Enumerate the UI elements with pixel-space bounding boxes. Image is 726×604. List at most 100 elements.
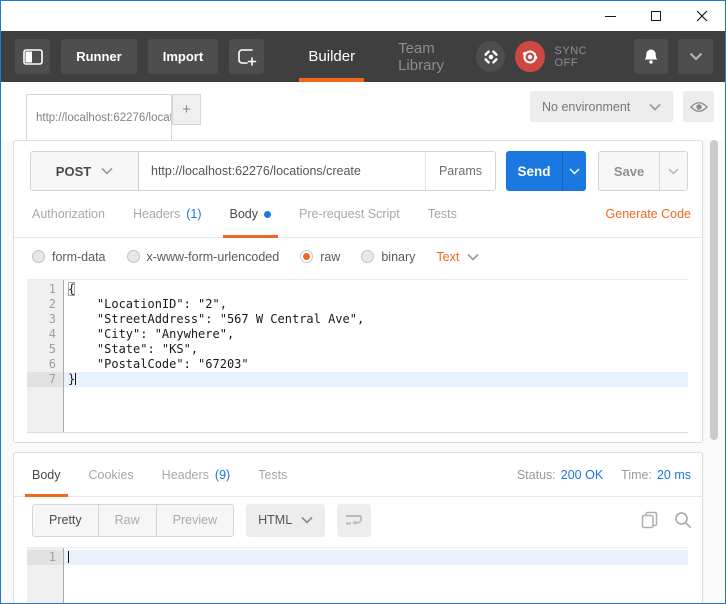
vertical-scrollbar[interactable] [710, 140, 718, 440]
code-area[interactable] [64, 548, 688, 603]
tab-label: Tests [258, 467, 288, 482]
send-button[interactable]: Send [506, 151, 562, 191]
send-label: Send [517, 163, 551, 179]
request-body-editor[interactable]: 1234567 { "LocationID": "2", "StreetAddr… [27, 279, 688, 433]
tab-body[interactable]: Body [222, 191, 278, 238]
eye-icon [689, 101, 708, 112]
tab-label: Headers [161, 467, 209, 482]
request-tab-title: http://localhost:62276/locat [36, 111, 172, 124]
close-button[interactable] [679, 1, 725, 31]
wrap-text-button[interactable] [337, 503, 372, 537]
request-url-row: POST http://localhost:62276/locations/cr… [14, 141, 702, 191]
sync-button[interactable] [515, 41, 545, 72]
runner-button[interactable]: Runner [61, 39, 137, 74]
environment-preview-button[interactable] [683, 91, 714, 122]
body-type-form-data[interactable]: form-data [32, 250, 106, 264]
code-line[interactable]: { [64, 282, 688, 297]
code-area[interactable]: { "LocationID": "2", "StreetAddress": "5… [64, 280, 688, 432]
code-line[interactable]: "PostalCode": "67203" [64, 357, 688, 372]
notifications-button[interactable] [633, 39, 669, 74]
tab-team-library-label: Team Library [398, 39, 444, 74]
sync-status-label: SYNC OFF [554, 44, 588, 69]
save-button[interactable]: Save [599, 152, 659, 190]
interceptor-button[interactable] [476, 41, 506, 72]
url-input[interactable]: http://localhost:62276/locations/create [139, 152, 425, 190]
view-mode-raw[interactable]: Raw [99, 504, 157, 536]
open-request-tab[interactable]: http://localhost:62276/locat [26, 94, 172, 140]
main-nav: Builder Team Library [299, 31, 476, 82]
tab-label: Body [32, 467, 61, 482]
minimize-button[interactable] [587, 1, 633, 31]
code-line[interactable]: "State": "KS", [64, 342, 688, 357]
tab-label: Headers [132, 207, 181, 221]
code-line[interactable]: "City": "Anywhere", [64, 327, 688, 342]
time-label: Time: [621, 467, 652, 482]
view-mode-preview[interactable]: Preview [157, 505, 233, 536]
tab-authorization[interactable]: Authorization [32, 191, 105, 237]
line-number: 7 [27, 372, 63, 387]
tab-builder-label: Builder [308, 48, 356, 65]
generate-code-label: Generate Code [605, 207, 691, 221]
code-line[interactable]: "StreetAddress": "567 W Central Ave", [64, 312, 688, 327]
new-tab-button[interactable]: + [172, 94, 201, 125]
url-group: POST http://localhost:62276/locations/cr… [30, 151, 496, 191]
status-label: Status: [516, 467, 556, 482]
generate-code-link[interactable]: Generate Code [606, 207, 691, 221]
raw-type-value: Text [436, 249, 460, 264]
runner-label: Runner [76, 49, 122, 64]
tab-headers[interactable]: Headers (1) [133, 191, 202, 237]
time-value: 20 ms [656, 467, 691, 482]
title-bar [1, 1, 725, 31]
environment-value: No environment [542, 99, 631, 114]
code-line[interactable] [64, 550, 688, 565]
tab-headers[interactable]: Headers (9) [162, 453, 231, 496]
chevron-down-icon [301, 516, 313, 524]
tab-team-library[interactable]: Team Library [398, 31, 476, 82]
minimize-icon [604, 15, 616, 17]
code-line[interactable]: "LocationID": "2", [64, 297, 688, 312]
send-options-button[interactable] [562, 151, 586, 191]
tab-tests[interactable]: Tests [258, 453, 287, 496]
new-window-button[interactable] [229, 39, 265, 74]
chevron-down-icon [101, 167, 113, 175]
code-line[interactable]: } [64, 372, 688, 387]
body-type-raw[interactable]: raw [300, 250, 340, 264]
copy-icon[interactable] [641, 511, 659, 529]
status-badge: Status: 200 OK [517, 468, 603, 482]
matched-bracket: { [68, 282, 76, 296]
account-menu-button[interactable] [678, 39, 713, 74]
line-number: 1 [27, 550, 63, 565]
tab-tests[interactable]: Tests [428, 191, 457, 237]
import-button[interactable]: Import [147, 39, 219, 74]
view-mode-pretty[interactable]: Pretty [33, 504, 99, 536]
sync-icon [522, 50, 538, 63]
tab-builder[interactable]: Builder [299, 31, 365, 82]
method-selector[interactable]: POST [31, 152, 139, 190]
line-number: 4 [48, 327, 56, 341]
body-type-binary[interactable]: binary [361, 250, 415, 264]
search-icon[interactable] [674, 511, 692, 529]
text-cursor [68, 551, 69, 563]
raw-type-selector[interactable]: Text [436, 250, 479, 264]
maximize-button[interactable] [633, 1, 679, 31]
body-type-x-www-form-urlencoded[interactable]: x-www-form-urlencoded [126, 250, 279, 264]
radio-button [300, 250, 314, 263]
params-button[interactable]: Params [425, 152, 495, 190]
sidebar-toggle-button[interactable] [15, 39, 51, 74]
tab-body[interactable]: Body [25, 453, 68, 497]
save-options-button[interactable] [659, 152, 687, 190]
tab-pre-request-script[interactable]: Pre-request Script [299, 191, 400, 237]
environment-selector[interactable]: No environment [530, 91, 673, 122]
radio-button [126, 250, 140, 263]
toolbar-right-cluster: SYNC OFF [476, 39, 713, 74]
tab-cookies[interactable]: Cookies [89, 453, 134, 496]
chevron-down-icon [649, 103, 661, 111]
line-number: 2 [48, 297, 56, 311]
chevron-down-icon [467, 253, 479, 261]
url-value: http://localhost:62276/locations/create [151, 164, 361, 178]
response-body-editor[interactable]: 1 [27, 547, 688, 603]
main-toolbar: Runner Import Builder Team Library SYNC … [1, 31, 725, 82]
sidebar-toggle-icon [22, 48, 43, 65]
format-selector[interactable]: HTML [246, 503, 326, 537]
response-tabs: Body Cookies Headers (9) Tests [25, 453, 315, 497]
